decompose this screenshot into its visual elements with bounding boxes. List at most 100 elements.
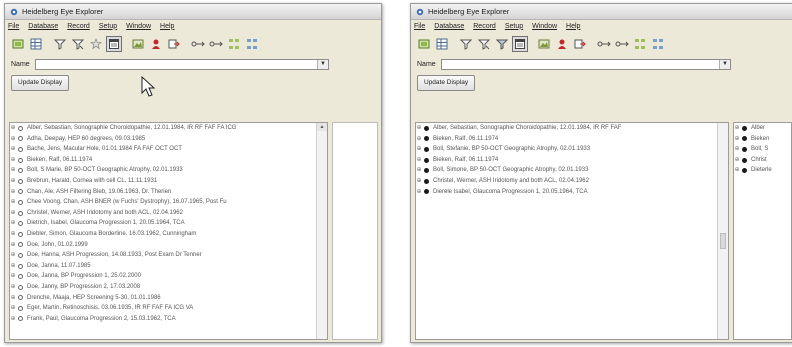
patient-tree-pane[interactable]: ⊕ Alber, Sebastian, Sonographie Choroidop… xyxy=(9,122,328,340)
unlink-icon[interactable] xyxy=(615,37,629,51)
expand-icon[interactable]: ⊕ xyxy=(10,261,16,272)
expand-icon[interactable]: ⊕ xyxy=(416,123,422,134)
chevron-down-icon[interactable]: ▼ xyxy=(719,59,730,69)
expand-icon[interactable]: ⊕ xyxy=(416,165,422,176)
patient-tree-pane[interactable]: ⊕ Alber, Sebastian, Sonographie Choroidop… xyxy=(415,122,729,340)
chevron-down-icon[interactable]: ▼ xyxy=(317,59,328,69)
patient-row[interactable]: ⊕ Chan, Ale, ASH Filtering Bleb, 19.06.19… xyxy=(10,187,327,198)
filter-star-icon[interactable] xyxy=(89,37,103,51)
patient-row[interactable]: ⊕ Doe, Janny, BP Progression 2, 17.03.200… xyxy=(10,282,327,293)
patient-row[interactable]: ⊕ Doe, Janna, 11.07.1985 xyxy=(10,261,327,272)
patient-row[interactable]: ⊕ Boll, Simone, BP 50-OCT Geographic Atro… xyxy=(416,165,728,176)
expand-icon[interactable]: ⊕ xyxy=(10,218,16,229)
scroll-up-icon[interactable]: ▲ xyxy=(317,123,327,131)
menu-file[interactable]: File xyxy=(414,23,425,30)
database-icon[interactable] xyxy=(11,37,25,51)
tree-collapse-icon[interactable] xyxy=(651,37,665,51)
patient-row[interactable]: ⊕ Drenche, Maaja, HEP Screening 5-30, 01.… xyxy=(10,293,327,304)
menu-window[interactable]: Window xyxy=(532,23,557,30)
patient-row[interactable]: ⊕ Alber, Sebastian, Sonographie Choroidop… xyxy=(10,123,327,134)
patient-row[interactable]: ⊕ Doe, John, 01.02.1999 xyxy=(10,240,327,251)
menu-setup[interactable]: Setup xyxy=(99,23,117,30)
expand-icon[interactable]: ⊕ xyxy=(10,250,16,261)
expand-icon[interactable]: ⊕ xyxy=(10,293,16,304)
patient-row[interactable]: ⊕ Brebrun, Harald, Cornea with cell CL, 1… xyxy=(10,176,327,187)
filter-clear-icon[interactable] xyxy=(71,37,85,51)
export-icon[interactable] xyxy=(167,37,181,51)
expand-icon[interactable]: ⊕ xyxy=(734,165,740,176)
expand-icon[interactable]: ⊕ xyxy=(10,187,16,198)
patient-row[interactable]: ⊕ Diebler, Simon, Glaucoma Borderline, 16… xyxy=(10,229,327,240)
scrollbar[interactable] xyxy=(717,123,728,339)
patient-row[interactable]: ⊕ Bache, Jens, Macular Hole, 01.01.1984 F… xyxy=(10,144,327,155)
expand-icon[interactable]: ⊕ xyxy=(416,176,422,187)
expand-icon[interactable]: ⊕ xyxy=(734,134,740,145)
secondary-patient-pane[interactable]: ⊕ Alber ⊕ Bieken ⊕ Boll, S ⊕ Christ ⊕ Dieterle xyxy=(733,122,792,340)
expand-icon[interactable]: ⊕ xyxy=(10,165,16,176)
expand-icon[interactable]: ⊕ xyxy=(10,155,16,166)
expand-icon[interactable]: ⊕ xyxy=(416,155,422,166)
patient-row[interactable]: ⊕ Boll, S xyxy=(734,144,791,155)
expand-icon[interactable]: ⊕ xyxy=(416,134,422,145)
filter-icon[interactable] xyxy=(459,37,473,51)
expand-icon[interactable]: ⊕ xyxy=(10,271,16,282)
patient-row[interactable]: ⊕ Chee Voong, Chan, ASH BNER (w Fuchs' Dy… xyxy=(10,197,327,208)
export-icon[interactable] xyxy=(573,37,587,51)
patient-row[interactable]: ⊕ Bieken, Ralf, 06.11.1974 xyxy=(416,134,728,145)
update-display-button[interactable]: Update Display xyxy=(417,75,476,91)
expand-icon[interactable]: ⊕ xyxy=(734,144,740,155)
expand-icon[interactable]: ⊕ xyxy=(10,144,16,155)
menu-help[interactable]: Help xyxy=(160,23,174,30)
patient-row[interactable]: ⊕ Bieken, Ralf, 06.11.1974 xyxy=(416,155,728,166)
menu-database[interactable]: Database xyxy=(28,23,58,30)
scrollbar[interactable]: ▲ xyxy=(316,123,327,339)
expand-icon[interactable]: ⊕ xyxy=(734,155,740,166)
patient-row[interactable]: ⊕ Dieterle xyxy=(734,165,791,176)
patient-row[interactable]: ⊕ Eger, Martin, Retinoschisis, 03.06.1935… xyxy=(10,303,327,314)
tree-icon[interactable] xyxy=(227,37,241,51)
name-combobox[interactable]: ▼ xyxy=(35,58,329,70)
calendar-icon[interactable] xyxy=(106,36,122,52)
expand-icon[interactable]: ⊕ xyxy=(10,314,16,325)
patient-row[interactable]: ⊕ Doe, Hanna, ASH Progression, 14.08.1933… xyxy=(10,250,327,261)
unlink-icon[interactable] xyxy=(209,37,223,51)
patient-row[interactable]: ⊕ Doe, Janna, BP Progression 1, 25.02.200… xyxy=(10,271,327,282)
menu-help[interactable]: Help xyxy=(566,23,580,30)
scroll-thumb[interactable] xyxy=(720,233,726,249)
expand-icon[interactable]: ⊕ xyxy=(10,240,16,251)
link-icon[interactable] xyxy=(191,37,205,51)
image-icon[interactable] xyxy=(131,37,145,51)
grid-icon[interactable] xyxy=(29,37,43,51)
expand-icon[interactable]: ⊕ xyxy=(416,187,422,198)
menu-window[interactable]: Window xyxy=(126,23,151,30)
patient-row[interactable]: ⊕ Alber, Sebastian, Sonographie Choroidop… xyxy=(416,123,728,134)
patient-row[interactable]: ⊕ Bieken, Ralf, 06.11.1974 xyxy=(10,155,327,166)
expand-icon[interactable]: ⊕ xyxy=(10,197,16,208)
patient-row[interactable]: ⊕ Boll, Stefanie, BP 50-OCT Geographic At… xyxy=(416,144,728,155)
filter-icon[interactable] xyxy=(53,37,67,51)
patient-row[interactable]: ⊕ Dierele Isabel, Glaucoma Progression 1,… xyxy=(416,187,728,198)
calendar-icon[interactable] xyxy=(512,36,528,52)
expand-icon[interactable]: ⊕ xyxy=(10,176,16,187)
menu-record[interactable]: Record xyxy=(67,23,90,30)
name-combobox[interactable]: ▼ xyxy=(441,58,731,70)
filter-star-icon[interactable] xyxy=(495,37,509,51)
image-icon[interactable] xyxy=(537,37,551,51)
patient-row[interactable]: ⊕ Christ xyxy=(734,155,791,166)
expand-icon[interactable]: ⊕ xyxy=(10,123,16,134)
grid-icon[interactable] xyxy=(435,37,449,51)
secondary-pane[interactable] xyxy=(332,122,378,340)
patient-row[interactable]: ⊕ Boll, S Marie, BP 50-OCT Geographic Atr… xyxy=(10,165,327,176)
patient-row[interactable]: ⊕ Frank, Paul, Glaucoma Progression 2, 15… xyxy=(10,314,327,325)
expand-icon[interactable]: ⊕ xyxy=(10,303,16,314)
expand-icon[interactable]: ⊕ xyxy=(10,208,16,219)
patient-row[interactable]: ⊕ Christel, Werner, ASH Iridotomy and bot… xyxy=(10,208,327,219)
patient-row[interactable]: ⊕ Adha, Deepay, HEP 60 degrees, 09.03.198… xyxy=(10,134,327,145)
update-display-button[interactable]: Update Display xyxy=(11,75,70,91)
expand-icon[interactable]: ⊕ xyxy=(10,134,16,145)
expand-icon[interactable]: ⊕ xyxy=(10,282,16,293)
expand-icon[interactable]: ⊕ xyxy=(734,123,740,134)
menu-record[interactable]: Record xyxy=(473,23,496,30)
patients-icon[interactable] xyxy=(149,37,163,51)
menu-setup[interactable]: Setup xyxy=(505,23,523,30)
